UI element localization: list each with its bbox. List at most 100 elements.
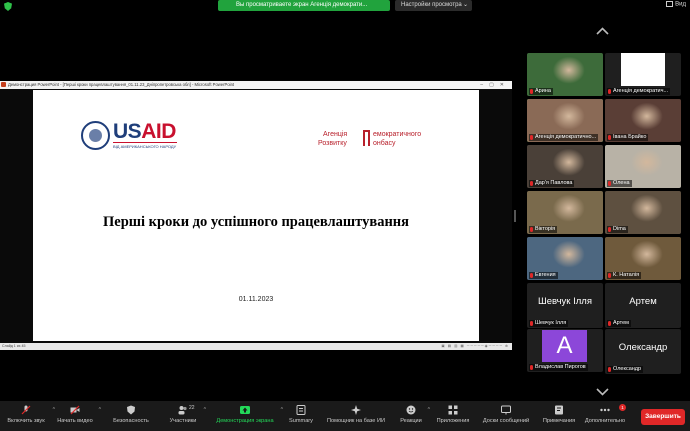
- more-dots-icon: [600, 408, 610, 412]
- participant-tile[interactable]: К. Наталія: [605, 237, 681, 280]
- participant-tile[interactable]: Вікторія: [527, 191, 603, 234]
- powerpoint-title: Демонстрация PowerPoint - [Перші кроки п…: [8, 82, 235, 87]
- participant-name: Олена: [607, 180, 632, 187]
- participant-tile[interactable]: Арина: [527, 53, 603, 96]
- participant-name: Олександр: [607, 366, 644, 373]
- agency-logo-line2: Розвитку: [318, 140, 347, 147]
- screen-share-banner[interactable]: Вы просматриваете экран Агенція демократ…: [218, 0, 390, 11]
- participant-name: К. Наталія: [607, 272, 642, 279]
- security-button[interactable]: Безопасность: [110, 401, 152, 431]
- muted-mic-icon: [530, 273, 533, 278]
- powerpoint-statusbar: Слайд 1 из 45 ▣ ▤ ▥ ▦ ─────◉──── ⊕: [0, 343, 512, 350]
- more-label: Дополнительно: [584, 418, 626, 424]
- muted-mic-icon: [608, 227, 611, 232]
- view-options-label: Настройки просмотра: [401, 2, 462, 8]
- reactions-button[interactable]: Реакции ^: [398, 401, 430, 431]
- participant-tile[interactable]: Евгения: [527, 237, 603, 280]
- ai-assistant-button[interactable]: Помощник на базе ИИ: [323, 401, 389, 431]
- start-video-button[interactable]: Начать видео ^: [55, 401, 101, 431]
- participant-tile[interactable]: Олександр Олександр: [605, 329, 681, 374]
- apps-label: Приложения: [436, 418, 470, 424]
- agency-logo: Агенція Розвитку емократичного онбасу: [318, 130, 433, 152]
- participant-tile[interactable]: Шевчук Ілля Шевчук Ілля: [527, 283, 603, 328]
- caret-up-icon[interactable]: ^: [204, 407, 206, 413]
- participant-display-name: Олександр: [618, 342, 668, 353]
- view-button[interactable]: Вид: [666, 1, 686, 8]
- agency-logo-line1: Агенція: [323, 131, 348, 138]
- participant-tile[interactable]: Дар'я Павлова: [527, 145, 603, 188]
- usaid-subtitle: ВІД АМЕРИКАНСЬКОГО НАРОДУ: [113, 144, 177, 149]
- participant-display-name: Артем: [629, 296, 657, 307]
- participant-name: Арина: [529, 88, 553, 95]
- muted-mic-icon: [608, 367, 611, 372]
- muted-mic-icon: [21, 405, 31, 415]
- notes-icon: [555, 405, 563, 415]
- participant-display-name: Шевчук Ілля: [538, 296, 592, 307]
- muted-mic-icon: [530, 365, 533, 370]
- agency-logo-line4: онбасу: [373, 140, 396, 147]
- share-screen-button[interactable]: Демонстрация экрана ^: [213, 401, 283, 431]
- whiteboards-label: Доски сообщений: [482, 418, 530, 424]
- notification-badge: 1: [619, 404, 626, 411]
- view-zoom-controls[interactable]: ▣ ▤ ▥ ▦ ─────◉──── ⊕: [441, 343, 509, 350]
- avatar: A: [542, 330, 587, 362]
- view-options-dropdown[interactable]: Настройки просмотра ⌄: [395, 0, 472, 11]
- caret-up-icon[interactable]: ^: [281, 407, 283, 413]
- participant-name: Артем: [607, 320, 631, 327]
- powerpoint-titlebar: Демонстрация PowerPoint - [Перші кроки п…: [0, 81, 512, 89]
- share-screen-label: Демонстрация экрана: [216, 418, 274, 424]
- grid-view-icon: [666, 1, 674, 7]
- screen-share-banner-text: Вы просматриваете экран Агенція демократ…: [236, 2, 368, 8]
- muted-mic-icon: [530, 135, 533, 140]
- apps-button[interactable]: Приложения: [435, 401, 471, 431]
- powerpoint-icon: [1, 82, 6, 87]
- participant-tile[interactable]: Dima: [605, 191, 681, 234]
- security-label: Безопасность: [113, 418, 149, 424]
- usaid-logo-text: USAID: [113, 120, 176, 144]
- security-shield-icon[interactable]: [4, 2, 12, 11]
- summary-icon: [296, 405, 306, 415]
- apps-icon: [448, 405, 458, 415]
- share-screen-icon: [240, 406, 250, 414]
- muted-mic-icon: [530, 181, 533, 186]
- end-meeting-button[interactable]: Завершить: [641, 409, 685, 425]
- slide-counter: Слайд 1 из 45: [2, 344, 26, 348]
- participant-name: Dima: [607, 226, 628, 233]
- participants-label: Участники: [169, 418, 197, 424]
- participant-tile[interactable]: Артем Артем: [605, 283, 681, 328]
- summary-label: Summary: [289, 418, 313, 424]
- caret-up-icon[interactable]: ^: [99, 407, 101, 413]
- participant-name: Евгения: [529, 272, 558, 279]
- more-button[interactable]: Дополнительно 1: [582, 401, 628, 431]
- window-controls: –▢✕: [480, 82, 510, 88]
- caret-up-icon[interactable]: ^: [428, 407, 430, 413]
- chevron-down-icon[interactable]: [596, 388, 609, 396]
- panel-resize-handle[interactable]: [514, 210, 516, 222]
- participant-tile[interactable]: Агенція демократично...: [527, 99, 603, 142]
- participant-tile[interactable]: Івана Брайко: [605, 99, 681, 142]
- agency-logo-mark: [363, 130, 370, 146]
- muted-mic-icon: [608, 321, 611, 326]
- participant-name: Дар'я Павлова: [529, 180, 575, 187]
- participant-name: Агенція демократично...: [529, 134, 599, 141]
- summary-button[interactable]: Summary: [287, 401, 315, 431]
- notes-label: Примечания: [542, 418, 576, 424]
- chevron-up-icon[interactable]: [596, 27, 609, 35]
- whiteboard-icon: [501, 405, 511, 415]
- usaid-logo-us: US: [113, 120, 142, 143]
- participant-tile[interactable]: Олена: [605, 145, 681, 188]
- reactions-label: Реакции: [400, 418, 422, 424]
- notes-button[interactable]: Примечания: [540, 401, 578, 431]
- chevron-down-icon: ⌄: [462, 2, 468, 8]
- unmute-button[interactable]: Включить звук ^: [3, 401, 55, 431]
- participant-tile[interactable]: A Владислав Пирогов: [527, 329, 603, 372]
- usaid-divider: [113, 142, 177, 143]
- participant-name: Агенція демократич...: [607, 88, 671, 95]
- participant-tile[interactable]: Агенція демократич...: [605, 53, 681, 96]
- usaid-logo-aid: AID: [141, 120, 176, 143]
- participants-button[interactable]: Участники 22 ^: [166, 401, 206, 431]
- slide-area: USAID ВІД АМЕРИКАНСЬКОГО НАРОДУ Агенція …: [0, 89, 512, 343]
- whiteboards-button[interactable]: Доски сообщений: [479, 401, 533, 431]
- agency-logo-video: [621, 53, 665, 86]
- participants-count: 22: [189, 405, 195, 411]
